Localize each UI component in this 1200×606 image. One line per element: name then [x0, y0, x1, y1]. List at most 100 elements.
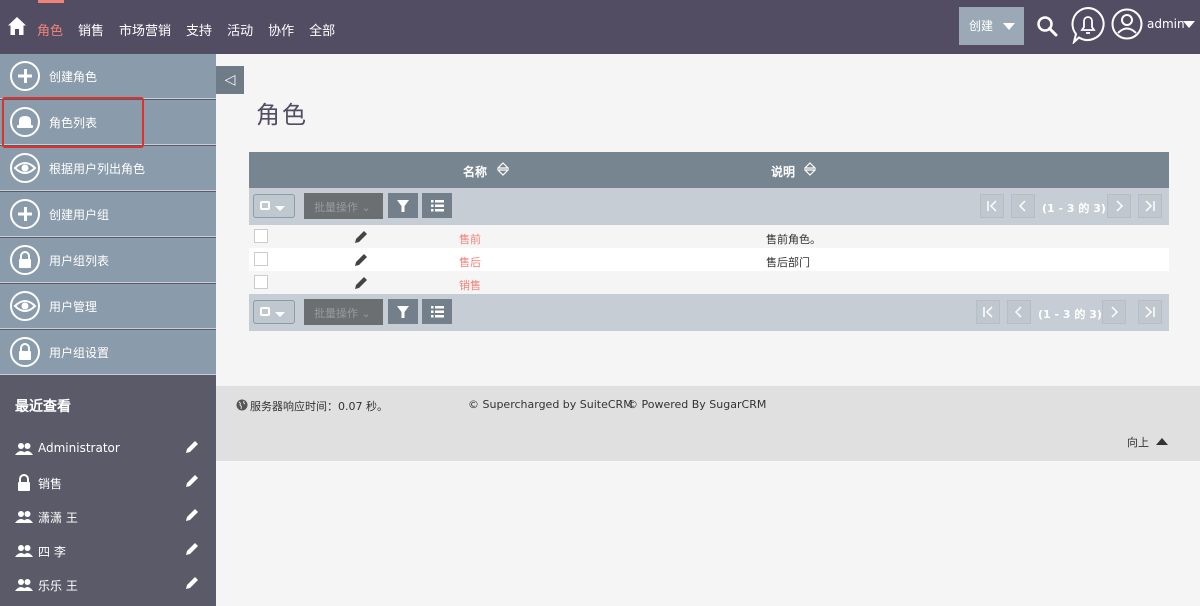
nav-item-collaboration[interactable]: 协作	[268, 20, 294, 39]
last-page-button[interactable]	[1138, 300, 1162, 324]
pencil-icon[interactable]	[185, 440, 199, 454]
chevron-right-icon	[1111, 306, 1119, 318]
user-menu-label[interactable]: admin	[1147, 17, 1185, 31]
recent-item: Administrator	[0, 434, 216, 464]
role-name-link[interactable]: 销售	[459, 277, 481, 293]
chevron-left-icon	[1014, 306, 1022, 318]
chevron-down-icon	[1003, 23, 1015, 30]
nav-item-sales[interactable]: 销售	[78, 20, 104, 39]
sugarcrm-credit-link[interactable]: © Powered By SugarCRM	[627, 398, 766, 411]
recent-item-label[interactable]: 潇潇 王	[38, 509, 78, 526]
row-checkbox[interactable]	[254, 229, 268, 243]
column-chooser-button[interactable]	[422, 193, 452, 218]
role-description: 售前角色。	[766, 233, 821, 246]
suitecrm-credit-link[interactable]: © Supercharged by SuiteCRM	[468, 398, 633, 411]
users-icon	[15, 443, 33, 455]
arrow-up-icon[interactable]	[1156, 438, 1168, 445]
roles-list-table: 名称 说明 批量操作 ⌄ (1 - 3 的 3) 售前 售前角色。 售后 售后部…	[249, 152, 1169, 331]
server-response-time: 服务器响应时间：0.07 秒。	[250, 400, 388, 413]
list-icon	[431, 306, 444, 318]
recent-item: 销售	[0, 468, 216, 498]
sidebar-action-label: 创建用户组	[49, 208, 110, 222]
last-page-button[interactable]	[1138, 194, 1162, 218]
home-icon[interactable]	[7, 16, 27, 36]
first-page-button[interactable]	[976, 300, 1000, 324]
nav-item-marketing[interactable]: 市场营销	[119, 20, 171, 39]
lock-icon	[10, 337, 40, 367]
column-chooser-button[interactable]	[422, 299, 452, 324]
back-to-top-link[interactable]: 向上	[1127, 434, 1149, 450]
role-name-link[interactable]: 售后	[459, 254, 481, 270]
pencil-icon[interactable]	[354, 253, 368, 267]
role-name-link[interactable]: 售前	[459, 231, 481, 247]
lock-icon	[10, 245, 40, 275]
search-icon[interactable]	[1036, 15, 1058, 37]
sort-icon[interactable]	[804, 162, 816, 176]
pencil-icon[interactable]	[354, 276, 368, 290]
checkbox-icon	[260, 201, 270, 210]
table-row: 销售	[249, 271, 1169, 294]
create-button[interactable]: 创建	[959, 7, 1024, 45]
user-avatar-icon[interactable]	[1111, 8, 1143, 40]
sidebar-action-group-settings[interactable]: 用户组设置	[0, 330, 216, 375]
recent-item: 潇潇 王	[0, 502, 216, 532]
sidebar-action-label: 根据用户列出角色	[49, 162, 146, 176]
bulk-action-button[interactable]: 批量操作 ⌄	[304, 193, 383, 219]
nav-item-support[interactable]: 支持	[186, 20, 212, 39]
pencil-icon[interactable]	[185, 542, 199, 556]
filter-icon	[397, 306, 409, 318]
row-checkbox[interactable]	[254, 275, 268, 289]
bulk-action-label: 批量操作	[314, 307, 358, 320]
sidebar-action-list-roles-by-user[interactable]: 根据用户列出角色	[0, 146, 216, 191]
bell-icon[interactable]	[1070, 6, 1106, 44]
pencil-icon[interactable]	[185, 474, 199, 488]
row-checkbox[interactable]	[254, 252, 268, 266]
first-page-icon	[987, 200, 997, 212]
pencil-icon[interactable]	[185, 576, 199, 590]
recent-item: 四 李	[0, 536, 216, 566]
next-page-button[interactable]	[1107, 194, 1131, 218]
collapse-sidebar-button[interactable]: ◁	[216, 66, 244, 94]
nav-item-all[interactable]: 全部	[309, 20, 335, 39]
previous-page-button[interactable]	[1007, 300, 1031, 324]
plus-icon	[10, 199, 40, 229]
bulk-action-label: 批量操作	[314, 201, 358, 214]
previous-page-button[interactable]	[1011, 194, 1035, 218]
users-icon	[15, 511, 33, 523]
sort-icon[interactable]	[497, 162, 509, 176]
chevron-down-icon[interactable]	[1183, 21, 1195, 28]
list-toolbar-top: 批量操作 ⌄ (1 - 3 的 3)	[249, 188, 1169, 225]
recent-item-label[interactable]: 乐乐 王	[38, 577, 78, 594]
column-header-description[interactable]: 说明	[771, 163, 795, 180]
sidebar-action-create-group[interactable]: 创建用户组	[0, 192, 216, 237]
chevron-left-icon	[1018, 200, 1026, 212]
filter-icon	[397, 200, 409, 212]
filter-button[interactable]	[388, 193, 418, 218]
checkbox-icon	[260, 307, 270, 316]
chevron-down-icon	[275, 206, 285, 211]
sidebar-action-label: 用户组列表	[49, 254, 110, 268]
nav-item-roles[interactable]: 角色	[37, 20, 63, 39]
next-page-button[interactable]	[1102, 300, 1126, 324]
bulk-action-button[interactable]: 批量操作 ⌄	[304, 299, 383, 325]
sidebar-action-user-management[interactable]: 用户管理	[0, 284, 216, 329]
lock-icon	[18, 474, 30, 491]
sidebar-action-group-list[interactable]: 用户组列表	[0, 238, 216, 283]
pencil-icon[interactable]	[354, 230, 368, 244]
pencil-icon[interactable]	[185, 508, 199, 522]
last-page-icon	[1145, 200, 1155, 212]
select-all-dropdown[interactable]	[253, 300, 295, 324]
recent-item-label[interactable]: Administrator	[38, 441, 120, 455]
first-page-button[interactable]	[980, 194, 1004, 218]
select-all-dropdown[interactable]	[253, 194, 295, 218]
create-button-label: 创建	[969, 19, 994, 33]
nav-item-activities[interactable]: 活动	[227, 20, 253, 39]
recent-item-label[interactable]: 四 李	[38, 543, 66, 560]
recent-item-label[interactable]: 销售	[38, 475, 62, 492]
recent-item: 乐乐 王	[0, 570, 216, 600]
column-header-name[interactable]: 名称	[463, 163, 487, 180]
users-icon	[15, 545, 33, 557]
filter-button[interactable]	[388, 299, 418, 324]
sidebar-action-create-role[interactable]: 创建角色	[0, 54, 216, 99]
table-row: 售后 售后部门	[249, 248, 1169, 271]
